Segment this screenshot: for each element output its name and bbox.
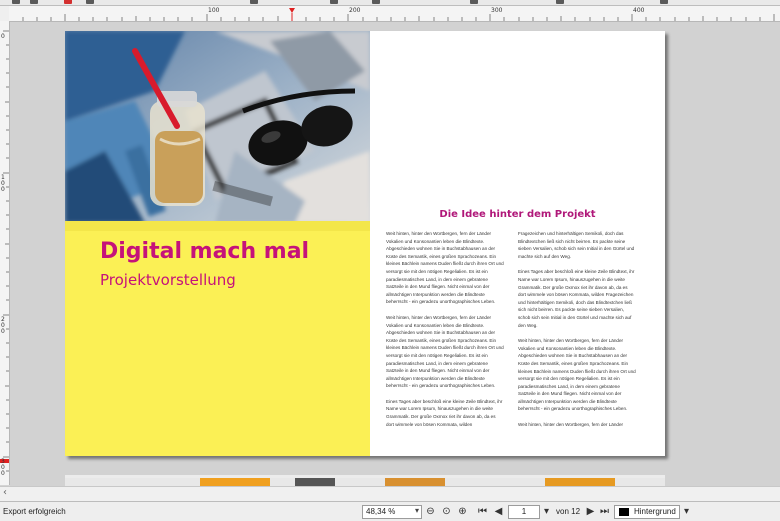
ruler-label: 100 [208, 7, 220, 14]
page-number-input[interactable]: 1 [508, 505, 540, 519]
previous-page-icon[interactable]: ◀ [492, 505, 505, 518]
next-page-thumbnail [65, 478, 665, 486]
zoom-in-icon[interactable]: ⊕ [456, 505, 469, 518]
layer-select[interactable]: Hintergrund [614, 505, 680, 519]
layer-name: Hintergrund [634, 507, 676, 516]
toolbar-icon[interactable] [30, 0, 38, 4]
yellow-band [65, 221, 370, 231]
chevron-down-icon[interactable]: ▾ [680, 505, 693, 518]
ruler-label: 300 [1, 458, 5, 477]
ruler-ticks [0, 30, 9, 472]
ruler-label: 300 [491, 7, 503, 14]
ruler-label: 200 [349, 7, 361, 14]
zoom-fit-icon[interactable]: ⊙ [440, 505, 453, 518]
horizontal-scrollbar[interactable]: ‹ [0, 486, 780, 501]
page-subtitle[interactable]: Projektvorstellung [100, 271, 236, 289]
toolbar-icon[interactable] [12, 0, 20, 4]
next-page-icon[interactable]: ▶ [584, 505, 597, 518]
toolbar-icon[interactable] [372, 0, 380, 4]
left-page[interactable]: Digital mach mal Projektvorstellung [65, 31, 370, 456]
paragraph: Eines Tages aber beschloß eine kleine Ze… [518, 269, 635, 328]
paragraph: Eines Tages aber beschloß eine kleine Ze… [386, 398, 503, 427]
paragraph: Fragezeichen und hinterhältigen Semikoli… [518, 231, 635, 259]
page-spin-icon[interactable]: ▾ [540, 505, 553, 518]
first-page-icon[interactable]: ⏮ [476, 505, 489, 518]
section-heading[interactable]: Die Idee hinter dem Projekt [370, 209, 665, 220]
toolbar-icon[interactable] [660, 0, 668, 4]
scroll-left-icon[interactable]: ‹ [3, 487, 7, 498]
ruler-label: 400 [633, 7, 645, 14]
text-column-right[interactable]: Fragezeichen und hinterhältigen Semikoli… [518, 230, 636, 437]
last-page-icon[interactable]: ⏭ [598, 505, 611, 518]
toolbar-icon[interactable] [86, 0, 94, 4]
zoom-out-icon[interactable]: ⊖ [424, 505, 437, 518]
next-page-preview[interactable] [65, 475, 665, 486]
toolbar-icon[interactable] [64, 0, 72, 4]
ruler-label: 200 [1, 316, 5, 335]
status-bar: Export erfolgreich 48,34 % ▾ ⊖ ⊙ ⊕ ⏮ ◀ 1… [0, 501, 780, 521]
page-spread: Digital mach mal Projektvorstellung Die … [65, 31, 665, 456]
page-title[interactable]: Digital mach mal [100, 239, 309, 264]
vertical-ruler[interactable]: 0 100 200 300 [0, 21, 10, 485]
toolbar-icon[interactable] [330, 0, 338, 4]
toolbar-icon[interactable] [470, 0, 478, 4]
toolbar-icon[interactable] [250, 0, 258, 4]
layer-color-swatch [619, 508, 629, 516]
ruler-ticks [22, 8, 775, 21]
ruler-label: 0 [1, 33, 5, 40]
zoom-value: 48,34 % [366, 507, 396, 516]
zoom-select[interactable]: 48,34 % ▾ [362, 505, 422, 519]
chevron-down-icon[interactable]: ▾ [415, 506, 419, 515]
text-column-left[interactable]: Weit hinten, hinter den Wortbergen, fern… [386, 230, 504, 436]
paragraph: Weit hinten, hinter den Wortbergen, fern… [386, 231, 504, 305]
photo-illustration [65, 31, 370, 223]
ruler-label: 100 [1, 174, 5, 193]
page-count: von 12 [556, 507, 581, 516]
paragraph: Weit hinten, hinter den Wortbergen, fern… [518, 338, 636, 412]
toolbar-icon[interactable] [556, 0, 564, 4]
document-canvas[interactable]: Digital mach mal Projektvorstellung Die … [10, 22, 780, 486]
right-page[interactable]: Die Idee hinter dem Projekt Weit hinten,… [370, 31, 665, 456]
cover-photo[interactable] [65, 31, 370, 223]
paragraph: Weit hinten, hinter den Wortbergen, fern… [518, 422, 624, 428]
status-message: Export erfolgreich [3, 507, 66, 516]
horizontal-ruler[interactable]: 100 200 300 400 [9, 6, 780, 22]
paragraph: Weit hinten, hinter den Wortbergen, fern… [386, 314, 504, 389]
